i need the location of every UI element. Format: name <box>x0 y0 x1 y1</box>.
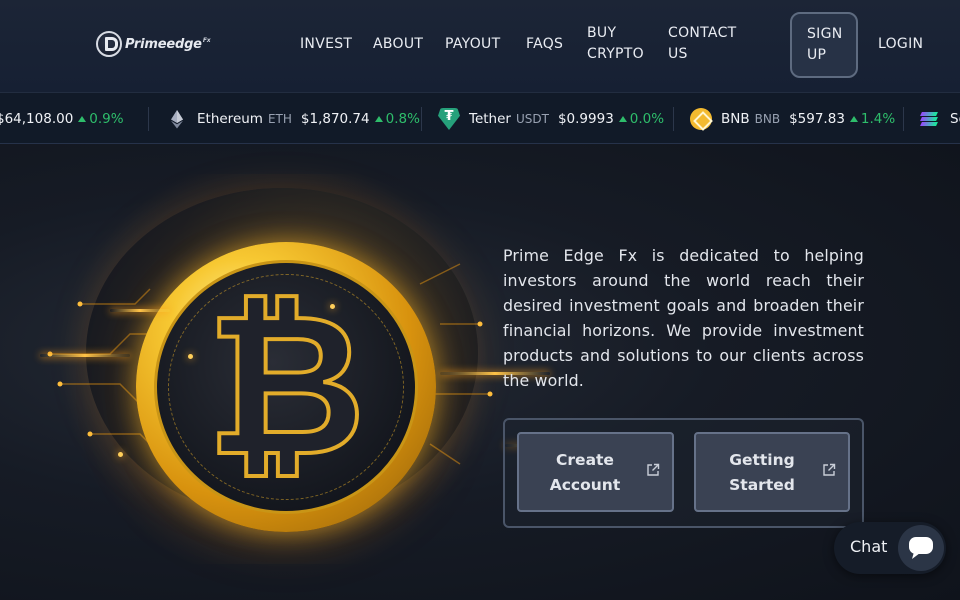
nav-contact-us-line2: US <box>668 46 688 62</box>
ticker-name: So <box>950 111 960 127</box>
signup-line1: SIGN <box>807 26 843 42</box>
tether-icon <box>438 108 460 130</box>
up-arrow-icon <box>618 116 627 122</box>
up-arrow-icon <box>374 116 383 122</box>
external-link-icon <box>647 463 660 476</box>
nav-contact-us-line1: CONTACT <box>668 25 737 41</box>
ticker-item-solana[interactable]: So <box>919 93 960 143</box>
ticker-divider <box>903 107 904 131</box>
ticker-price: $64,108.00 <box>0 111 74 127</box>
ticker-price: $0.9993 <box>557 111 614 127</box>
logo-mark-icon <box>96 31 122 57</box>
ticker-price: $597.83 <box>789 111 845 127</box>
bitcoin-symbol-icon: ₿ <box>204 272 368 500</box>
ticker-divider <box>148 107 149 131</box>
nav-faqs[interactable]: FAQS <box>526 34 563 55</box>
ticker-divider <box>673 107 674 131</box>
crypto-price-ticker: $64,108.00 0.9% Ethereum ETH $1,870.74 0… <box>0 92 960 144</box>
nav-buy-crypto[interactable]: BUY CRYPTO <box>587 23 644 65</box>
nav-contact-us[interactable]: CONTACT US <box>668 23 737 65</box>
ticker-change: 1.4% <box>849 111 895 127</box>
site-header: PrimeedgeFx INVEST ABOUT PAYOUT FAQS BUY… <box>0 0 960 92</box>
hero-description: Prime Edge Fx is dedicated to helping in… <box>503 246 864 390</box>
bnb-icon <box>690 108 712 130</box>
ticker-symbol: USDT <box>515 112 549 126</box>
chat-bubble-icon <box>898 525 944 571</box>
ticker-symbol: ETH <box>267 112 292 126</box>
create-account-label: Create Account <box>549 451 621 494</box>
ticker-change: 0.0% <box>618 111 664 127</box>
ticker-item-tether[interactable]: Tether USDT $0.9993 0.0% <box>438 93 664 143</box>
logo-superscript: Fx <box>202 37 211 45</box>
ticker-change: 0.8% <box>374 111 420 127</box>
nav-about[interactable]: ABOUT <box>373 34 423 55</box>
ticker-item-ethereum[interactable]: Ethereum ETH $1,870.74 0.8% <box>166 93 420 143</box>
ticker-item-bnb[interactable]: BNB BNB $597.83 1.4% <box>690 93 895 143</box>
nav-invest[interactable]: INVEST <box>300 34 352 55</box>
ticker-price: $1,870.74 <box>300 111 370 127</box>
create-account-button[interactable]: Create Account <box>517 432 674 512</box>
ticker-name: BNB <box>721 111 750 127</box>
external-link-icon <box>823 463 836 476</box>
signup-button[interactable]: SIGN UP <box>790 12 858 78</box>
ethereum-icon <box>166 108 188 130</box>
solana-icon <box>919 108 941 130</box>
up-arrow-icon <box>78 116 87 122</box>
getting-started-label: Getting Started <box>729 451 795 494</box>
ticker-divider <box>421 107 422 131</box>
logo-text: PrimeedgeFx <box>125 36 211 52</box>
chat-label: Chat <box>850 537 888 556</box>
ticker-name: Tether <box>469 111 511 127</box>
ticker-item-bitcoin[interactable]: $64,108.00 0.9% <box>0 93 124 143</box>
chat-widget-button[interactable]: Chat <box>834 522 946 574</box>
nav-payout[interactable]: PAYOUT <box>445 34 500 55</box>
signup-line2: UP <box>807 47 827 63</box>
nav-buy-crypto-line2: CRYPTO <box>587 46 644 62</box>
ticker-change: 0.9% <box>78 111 124 127</box>
nav-buy-crypto-line1: BUY <box>587 25 617 41</box>
nav-login[interactable]: LOGIN <box>878 34 923 55</box>
ticker-name: Ethereum <box>197 111 263 127</box>
site-logo[interactable]: PrimeedgeFx <box>96 30 211 58</box>
getting-started-button[interactable]: Getting Started <box>694 432 850 512</box>
hero-section: ₿ Prime Edge Fx is dedicated to helping … <box>0 144 960 600</box>
ticker-symbol: BNB <box>754 112 781 126</box>
up-arrow-icon <box>849 116 858 122</box>
